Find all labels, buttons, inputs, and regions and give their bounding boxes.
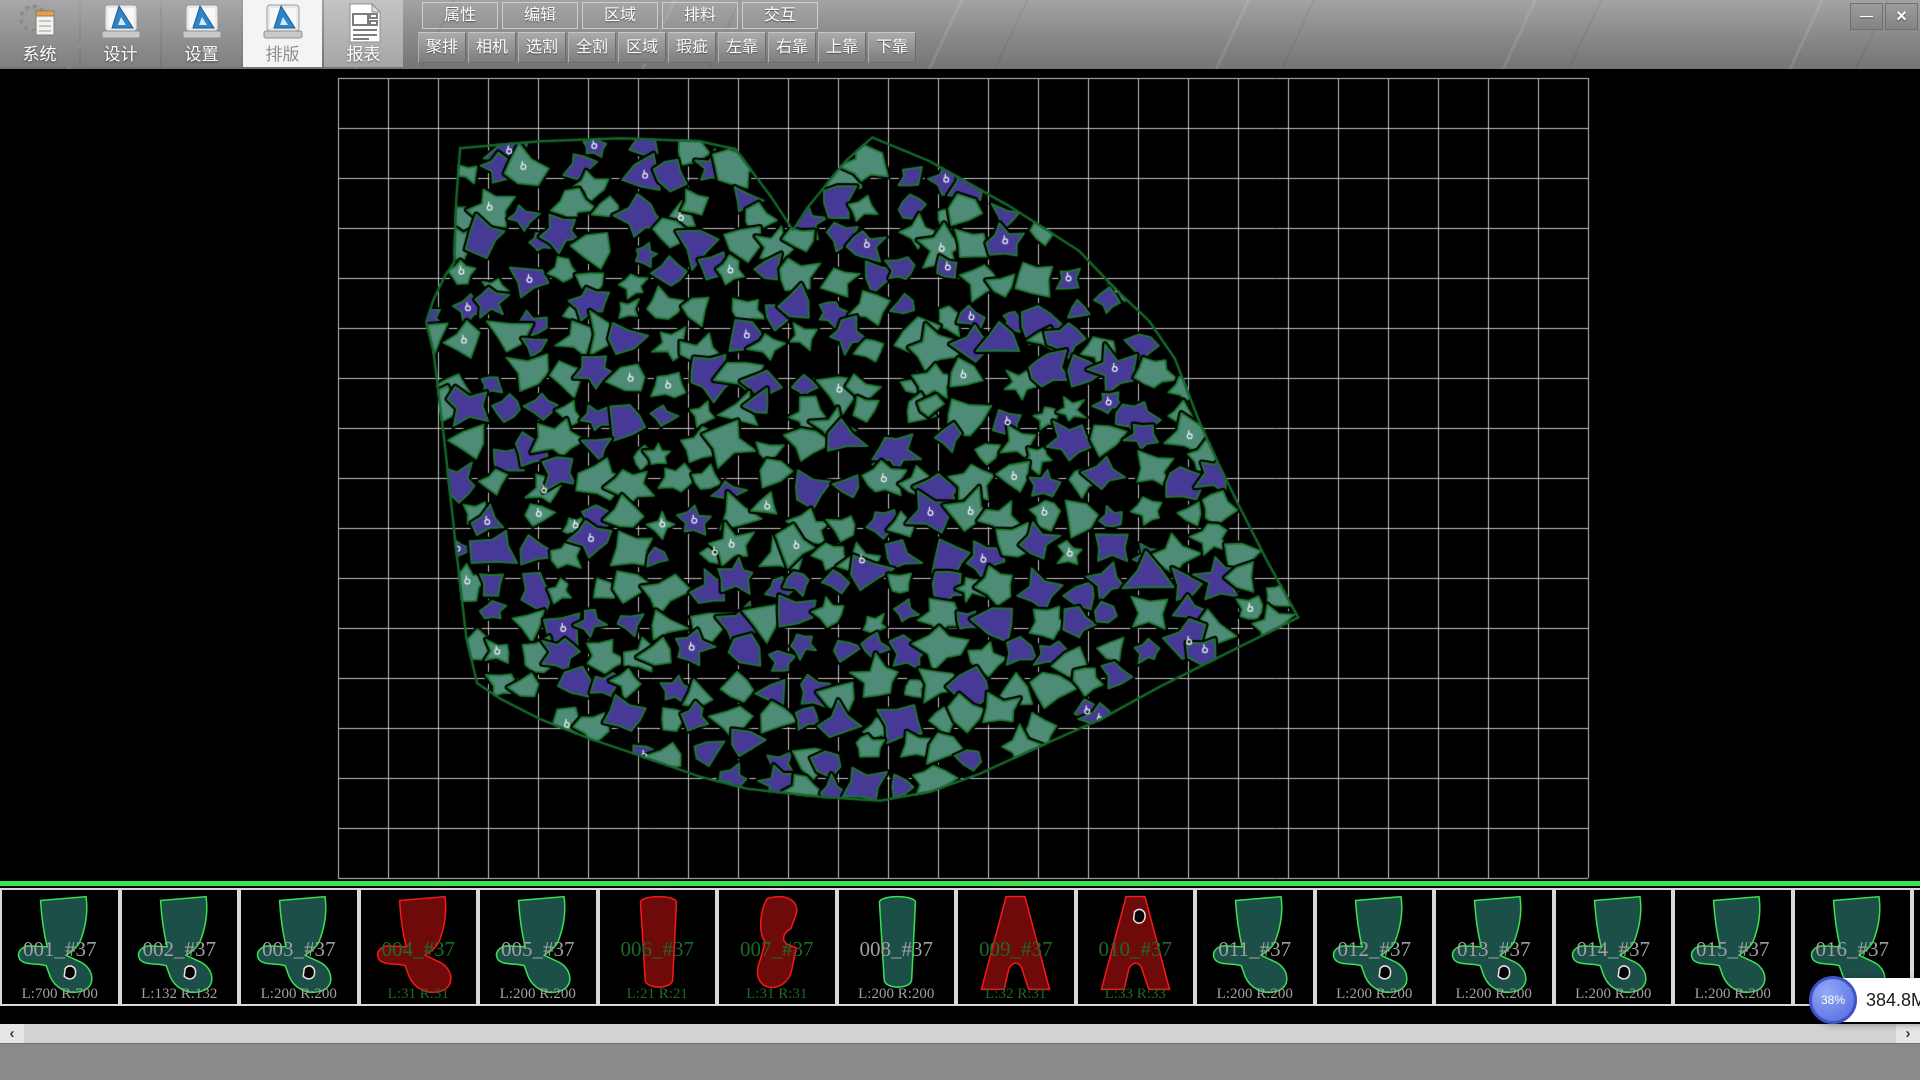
tool-button-flaw[interactable]: 瑕疵 <box>668 32 716 63</box>
main-button-report[interactable]: 报表 <box>324 0 403 67</box>
ruler-icon <box>98 2 144 44</box>
thumbnail-cell[interactable]: 013_#37L:200 R:200 <box>1434 888 1554 1006</box>
piece-shape <box>486 891 589 997</box>
tool-button-cluster[interactable]: 聚排 <box>418 32 466 63</box>
main-toolbar: 系统设计设置排版报表 <box>0 0 405 69</box>
title-bar: 系统设计设置排版报表 属性编辑区域排料交互 聚排相机选割全割区域瑕疵左靠右靠上靠… <box>0 0 1920 69</box>
piece-shape <box>247 891 350 997</box>
piece-shape <box>606 891 709 997</box>
piece-shape <box>1562 891 1665 997</box>
piece-shape <box>845 891 948 997</box>
tool-button-align-bottom[interactable]: 下靠 <box>868 32 916 63</box>
strip-gap <box>0 1008 1920 1024</box>
system-icon <box>17 2 63 44</box>
piece-shape <box>1681 891 1784 997</box>
tab-edit[interactable]: 编辑 <box>502 2 578 29</box>
tool-button-camera[interactable]: 相机 <box>468 32 516 63</box>
tab-region[interactable]: 区域 <box>582 2 658 29</box>
minimize-button[interactable]: ─ <box>1850 3 1883 30</box>
piece-shape <box>8 891 111 997</box>
thumbnail-cell[interactable]: 004_#37L:31 R:31 <box>359 888 479 1006</box>
memory-widget[interactable]: 38% 384.8M <box>1812 978 1920 1022</box>
piece-id: 017_#37 <box>1914 937 1920 962</box>
tool-button-align-left[interactable]: 左靠 <box>718 32 766 63</box>
piece-shape <box>1084 891 1187 997</box>
menu-tab-row: 属性编辑区域排料交互 <box>422 2 822 29</box>
piece-shape <box>128 891 231 997</box>
scroll-right-arrow[interactable]: › <box>1896 1024 1920 1043</box>
thumbnail-cell[interactable]: 014_#37L:200 R:200 <box>1554 888 1674 1006</box>
application-window: 系统设计设置排版报表 属性编辑区域排料交互 聚排相机选割全割区域瑕疵左靠右靠上靠… <box>0 0 1920 1080</box>
nesting-canvas[interactable] <box>0 69 1920 881</box>
tool-button-cut-all[interactable]: 全割 <box>568 32 616 63</box>
ruler-icon <box>179 2 225 44</box>
main-button-design[interactable]: 设计 <box>81 0 160 67</box>
main-button-system[interactable]: 系统 <box>0 0 79 67</box>
piece-shape <box>1323 891 1426 997</box>
thumbnail-cell[interactable]: 011_#37L:200 R:200 <box>1195 888 1315 1006</box>
memory-value: 384.8M <box>1866 990 1920 1011</box>
thumbnail-cell[interactable]: 007_#37L:31 R:31 <box>717 888 837 1006</box>
piece-shape <box>725 891 828 997</box>
tab-interact[interactable]: 交互 <box>742 2 818 29</box>
piece-shape <box>964 891 1067 997</box>
thumbnail-cell[interactable]: 012_#37L:200 R:200 <box>1315 888 1435 1006</box>
tool-button-align-top[interactable]: 上靠 <box>818 32 866 63</box>
close-button[interactable]: × <box>1885 3 1918 30</box>
main-button-settings[interactable]: 设置 <box>162 0 241 67</box>
thumbnail-cell[interactable]: 010_#37L:33 R:33 <box>1076 888 1196 1006</box>
thumbnail-cell[interactable]: 006_#37L:21 R:21 <box>598 888 718 1006</box>
status-bar <box>0 1043 1920 1080</box>
horizontal-scrollbar[interactable]: ‹ › <box>0 1024 1920 1043</box>
scroll-left-arrow[interactable]: ‹ <box>0 1024 24 1043</box>
thumbnail-cell[interactable]: 008_#37L:200 R:200 <box>837 888 957 1006</box>
main-button-layout[interactable]: 排版 <box>243 0 322 67</box>
piece-shape <box>1203 891 1306 997</box>
thumbnail-cell[interactable]: 005_#37L:200 R:200 <box>478 888 598 1006</box>
tab-properties[interactable]: 属性 <box>422 2 498 29</box>
report-icon <box>341 2 387 44</box>
tool-button-row: 聚排相机选割全割区域瑕疵左靠右靠上靠下靠 <box>418 32 918 63</box>
window-controls: ─ × <box>1848 3 1918 30</box>
piece-shape <box>1442 891 1545 997</box>
thumbnail-cell[interactable]: 002_#37L:132 R:132 <box>120 888 240 1006</box>
tool-button-region[interactable]: 区域 <box>618 32 666 63</box>
thumbnail-cell[interactable]: 003_#37L:200 R:200 <box>239 888 359 1006</box>
tool-button-align-right[interactable]: 右靠 <box>768 32 816 63</box>
thumbnail-cell[interactable]: 009_#37L:32 R:31 <box>956 888 1076 1006</box>
piece-shape <box>367 891 470 997</box>
tool-button-select-cut[interactable]: 选割 <box>518 32 566 63</box>
thumbnail-cell[interactable]: 001_#37L:700 R:700 <box>0 888 120 1006</box>
thumbnail-cell[interactable]: 015_#37L:200 R:200 <box>1673 888 1793 1006</box>
piece-thumbnail-strip: 001_#37L:700 R:700002_#37L:132 R:132003_… <box>0 886 1920 1008</box>
tab-nesting[interactable]: 排料 <box>662 2 738 29</box>
memory-percent-badge: 38% <box>1809 976 1857 1024</box>
ruler-icon <box>260 2 306 44</box>
